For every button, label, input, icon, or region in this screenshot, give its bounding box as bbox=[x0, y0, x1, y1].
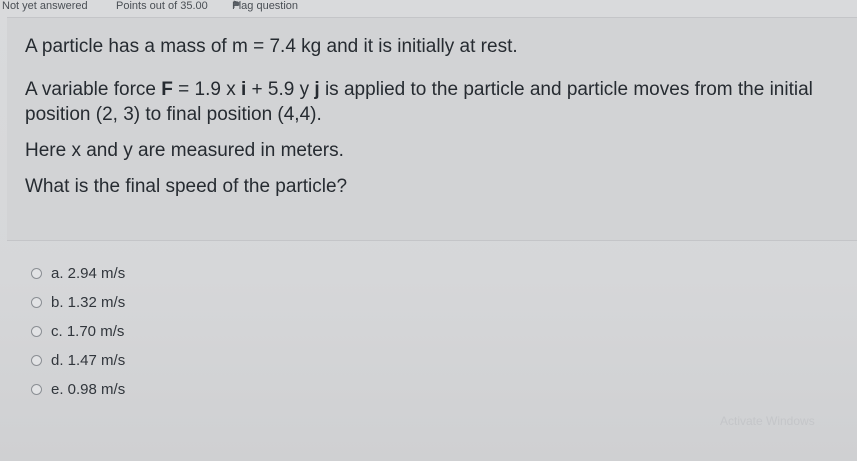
option-e-radio[interactable] bbox=[31, 384, 42, 395]
q2-force-symbol: F bbox=[161, 79, 173, 100]
q2-mid1: = 1.9 x bbox=[172, 79, 241, 100]
question-line-2: A variable force F = 1.9 x i + 5.9 y j i… bbox=[25, 77, 845, 127]
flag-question-label: Flag question bbox=[232, 0, 299, 12]
option-b-radio[interactable] bbox=[31, 297, 42, 308]
question-line-4: What is the final speed of the particle? bbox=[25, 176, 348, 197]
option-c-label: c. 1.70 m/s bbox=[51, 323, 125, 340]
option-b[interactable]: b. 1.32 m/s bbox=[31, 288, 125, 317]
option-a-label: a. 2.94 m/s bbox=[51, 265, 126, 282]
option-a-radio[interactable] bbox=[31, 268, 42, 279]
option-d[interactable]: d. 1.47 m/s bbox=[31, 346, 125, 375]
question-line-3: Here x and y are measured in meters. bbox=[25, 140, 344, 161]
question-info-bar: Not yet answered Points out of 35.00 ⚑ F… bbox=[0, 0, 857, 14]
option-e[interactable]: e. 0.98 m/s bbox=[31, 375, 125, 404]
option-d-radio[interactable] bbox=[31, 355, 42, 366]
activate-windows-watermark: Activate Windows bbox=[720, 414, 815, 428]
question-text-box: A particle has a mass of m = 7.4 kg and … bbox=[7, 17, 857, 241]
question-line-1: A particle has a mass of m = 7.4 kg and … bbox=[25, 36, 518, 57]
option-b-label: b. 1.32 m/s bbox=[51, 294, 126, 311]
answer-options: a. 2.94 m/s b. 1.32 m/s c. 1.70 m/s d. 1… bbox=[31, 259, 125, 404]
option-c[interactable]: c. 1.70 m/s bbox=[31, 317, 125, 346]
option-d-label: d. 1.47 m/s bbox=[51, 352, 126, 369]
question-status: Not yet answered bbox=[2, 0, 88, 12]
q2-prefix: A variable force bbox=[25, 79, 162, 100]
question-points: Points out of 35.00 bbox=[116, 0, 208, 12]
q2-mid2: + 5.9 y bbox=[246, 79, 315, 100]
option-a[interactable]: a. 2.94 m/s bbox=[31, 259, 125, 288]
option-c-radio[interactable] bbox=[31, 326, 42, 337]
question-text: A particle has a mass of m = 7.4 kg and … bbox=[25, 34, 845, 199]
option-e-label: e. 0.98 m/s bbox=[51, 381, 126, 398]
